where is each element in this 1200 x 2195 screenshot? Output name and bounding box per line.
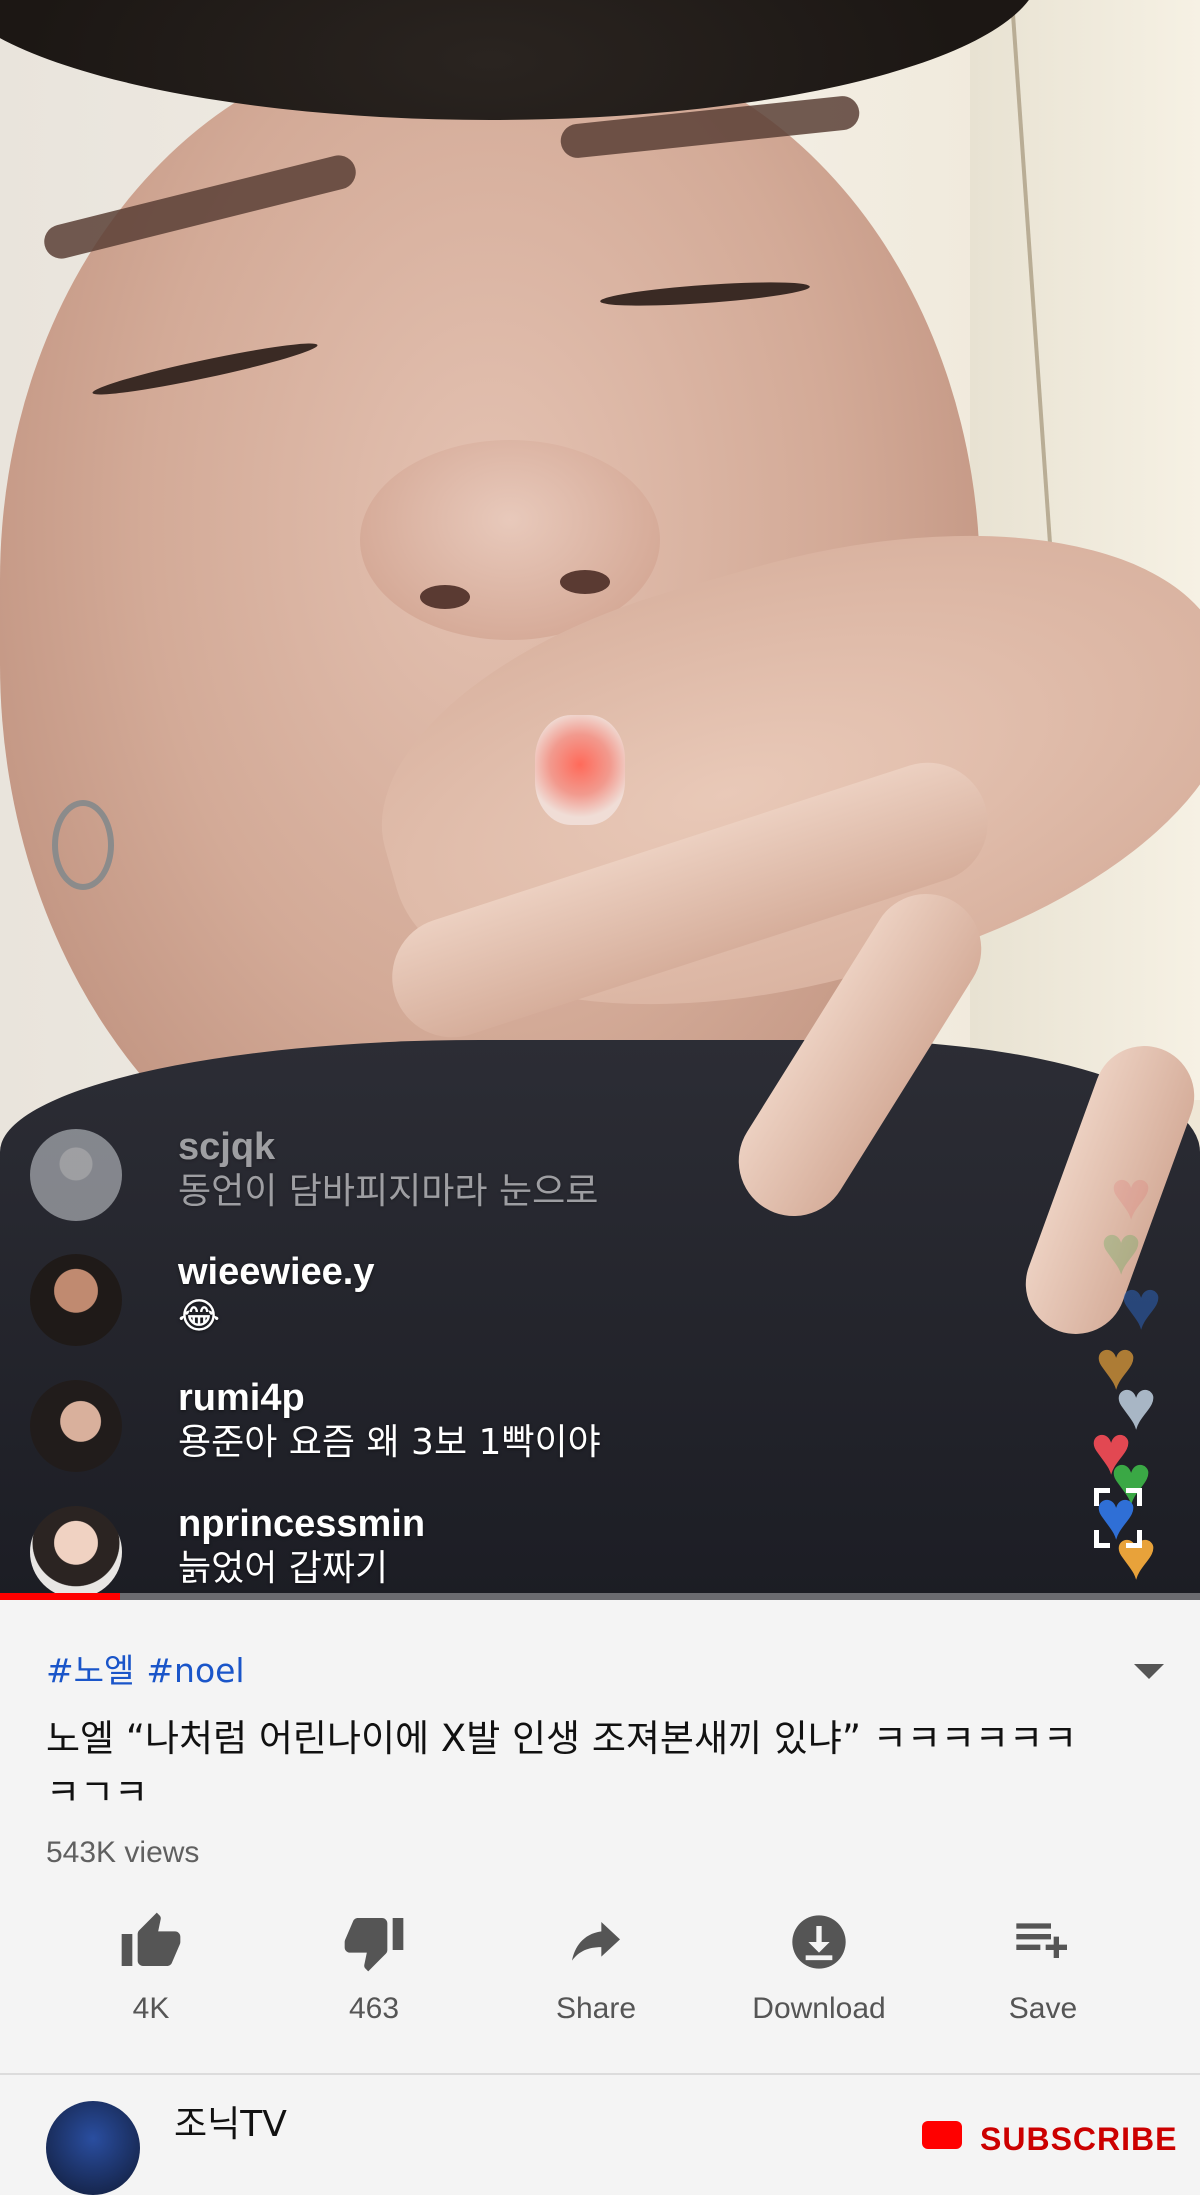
comment-username: scjqk [178, 1126, 276, 1168]
channel-row[interactable]: 조닉TV SUBSCRIBE [0, 2075, 1200, 2195]
live-comment: wieewiee.y 😂 [30, 1250, 374, 1346]
like-button[interactable]: 4K [56, 1910, 246, 2050]
left-nostril [420, 585, 470, 609]
expand-description-icon[interactable] [1134, 1664, 1164, 1679]
channel-avatar[interactable] [46, 2101, 140, 2195]
video-progress-fill [0, 1593, 120, 1600]
thumb-up-icon [121, 1912, 181, 1966]
hashtags: #노엘 #noel [46, 1644, 257, 1692]
comment-username: wieewiee.y [178, 1251, 375, 1293]
video-progress-bar[interactable] [0, 1593, 1200, 1600]
share-icon [572, 1922, 620, 1961]
comment-message: 😂 [178, 1296, 221, 1337]
dislike-count: 463 [348, 1992, 400, 2025]
share-label: Share [555, 1992, 637, 2025]
subscribe-button[interactable]: SUBSCRIBE [980, 2121, 1177, 2158]
like-count: 4K [132, 1992, 170, 2025]
save-button[interactable]: Save [948, 1910, 1138, 2050]
comment-message: 용준아 요즘 왜 3보 1빡이야 [178, 1422, 601, 1463]
comment-username: nprincessmin [178, 1503, 426, 1545]
earring [52, 800, 114, 890]
dislike-button[interactable]: 463 [279, 1910, 469, 2050]
cigarette [535, 715, 625, 825]
subscribe-icon [922, 2121, 962, 2149]
comment-message: 늙었어 갑짜기 [178, 1548, 389, 1589]
comment-message: 동언이 담바피지마라 눈으로 [178, 1171, 599, 1212]
view-count: 543K views [46, 1836, 200, 1869]
comment-username: rumi4p [178, 1377, 305, 1419]
download-button[interactable]: Download [724, 1910, 914, 2050]
save-label: Save [1008, 1992, 1078, 2025]
live-comment: scjqk 동언이 담바피지마라 눈으로 [30, 1125, 598, 1221]
person-hair [0, 0, 1040, 120]
save-playlist-icon [1016, 1923, 1067, 1958]
thumb-down-icon [344, 1918, 404, 1972]
fullscreen-icon[interactable] [1094, 1488, 1142, 1548]
share-button[interactable]: Share [501, 1910, 691, 2050]
comment-avatar [30, 1254, 122, 1346]
comment-avatar [30, 1506, 122, 1598]
live-comment: nprincessmin 늙었어 갑짜기 [30, 1502, 425, 1598]
channel-name[interactable]: 조닉TV [174, 2095, 287, 2147]
action-bar: 4K 463 Share Download Save [0, 1910, 1200, 2050]
video-title: 노엘 “나처럼 어린나이에 X발 인생 조져본새끼 있냐” ㅋㅋㅋㅋㅋㅋ ㅋㄱㅋ [46, 1717, 1078, 1814]
download-label: Download [752, 1992, 886, 2025]
comment-avatar [30, 1129, 122, 1221]
hashtag-link[interactable]: #noel [146, 1651, 244, 1690]
video-info-panel: #노엘 #noel 노엘 “나처럼 어린나이에 X발 인생 조져본새끼 있냐” ㅋ… [0, 1600, 1200, 2195]
video-player[interactable]: scjqk 동언이 담바피지마라 눈으로 wieewiee.y 😂 rumi4p… [0, 0, 1200, 1600]
right-nostril [560, 570, 610, 594]
comment-avatar [30, 1380, 122, 1472]
live-comment: rumi4p 용준아 요즘 왜 3보 1빡이야 [30, 1376, 601, 1472]
download-icon [792, 1915, 846, 1969]
hashtag-link[interactable]: #노엘 [46, 1651, 134, 1690]
